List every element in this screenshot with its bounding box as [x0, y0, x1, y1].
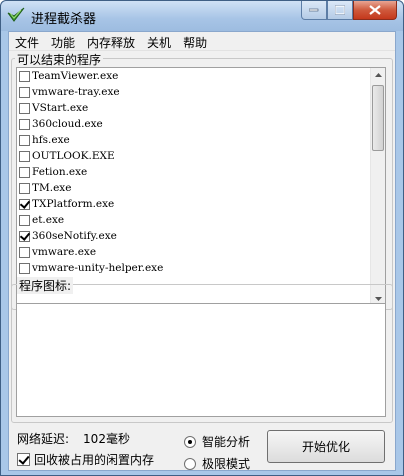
- process-checkbox[interactable]: [19, 262, 30, 274]
- process-checkbox[interactable]: [19, 198, 30, 210]
- app-window: 进程截杀器 文件 功能 内存释放 关机 帮助 可以结束的程序 TeamViewe…: [0, 0, 404, 476]
- process-row[interactable]: hfs.exe: [17, 132, 385, 148]
- window-title: 进程截杀器: [31, 12, 97, 27]
- shield-check-icon: [7, 7, 25, 23]
- process-checkbox[interactable]: [19, 150, 30, 162]
- close-icon: [369, 5, 381, 15]
- process-row[interactable]: TM.exe: [17, 180, 385, 196]
- scroll-thumb[interactable]: [372, 85, 384, 151]
- process-name: hfs.exe: [32, 134, 70, 146]
- mode-extreme-option[interactable]: 极限模式: [184, 455, 250, 472]
- recycle-memory-option[interactable]: 回收被占用的闲置内存: [17, 451, 154, 468]
- process-checkbox[interactable]: [19, 230, 30, 242]
- latency-value: 102毫秒: [83, 432, 130, 446]
- process-name: VStart.exe: [32, 102, 89, 114]
- process-checkbox[interactable]: [19, 246, 30, 258]
- process-list-scrollbar[interactable]: [370, 68, 385, 306]
- program-icons-area: [16, 303, 386, 417]
- process-checkbox[interactable]: [19, 182, 30, 194]
- process-row[interactable]: 360seNotify.exe: [17, 228, 385, 244]
- process-list[interactable]: TeamViewer.exe vmware-tray.exe VStart.exe 3…: [16, 67, 386, 307]
- process-rows: TeamViewer.exe vmware-tray.exe VStart.exe 3…: [17, 68, 385, 276]
- close-button[interactable]: [353, 1, 397, 20]
- process-name: 360cloud.exe: [32, 118, 103, 130]
- process-name: vmware-tray.exe: [32, 86, 120, 98]
- menu-help[interactable]: 帮助: [177, 32, 213, 50]
- process-checkbox[interactable]: [19, 214, 30, 226]
- recycle-memory-label: 回收被占用的闲置内存: [34, 453, 155, 467]
- mode-extreme-label: 极限模式: [202, 457, 251, 471]
- process-name: Fetion.exe: [32, 166, 88, 178]
- menu-function[interactable]: 功能: [45, 32, 81, 50]
- scroll-up-arrow-icon[interactable]: [371, 68, 385, 83]
- caption-buttons: [301, 1, 397, 21]
- process-name: 360seNotify.exe: [32, 230, 117, 242]
- mode-extreme-radio[interactable]: [184, 457, 196, 470]
- title-bar[interactable]: 进程截杀器: [1, 1, 403, 31]
- menu-file[interactable]: 文件: [9, 32, 45, 50]
- process-checkbox[interactable]: [19, 134, 30, 146]
- process-checkbox[interactable]: [19, 102, 30, 114]
- icons-group-caption: 程序图标:: [17, 277, 74, 294]
- minimize-button[interactable]: [301, 1, 327, 20]
- process-row[interactable]: TeamViewer.exe: [17, 68, 385, 84]
- process-checkbox[interactable]: [19, 118, 30, 130]
- process-row[interactable]: vmware.exe: [17, 244, 385, 260]
- mode-smart-label: 智能分析: [202, 435, 251, 449]
- process-row[interactable]: 360cloud.exe: [17, 116, 385, 132]
- process-group-caption: 可以结束的程序: [15, 51, 104, 68]
- mode-smart-option[interactable]: 智能分析: [184, 433, 250, 450]
- process-checkbox[interactable]: [19, 166, 30, 178]
- menu-memory-release[interactable]: 内存释放: [81, 32, 141, 50]
- process-row[interactable]: Fetion.exe: [17, 164, 385, 180]
- process-name: et.exe: [32, 214, 65, 226]
- process-name: vmware.exe: [32, 246, 97, 258]
- recycle-memory-checkbox[interactable]: [17, 453, 30, 466]
- client-area: 文件 功能 内存释放 关机 帮助 可以结束的程序 TeamViewer.exe v…: [8, 31, 396, 471]
- process-name: vmware-unity-helper.exe: [32, 262, 164, 274]
- process-row[interactable]: et.exe: [17, 212, 385, 228]
- minimize-icon: [309, 8, 319, 12]
- process-row[interactable]: vmware-tray.exe: [17, 84, 385, 100]
- menu-bar: 文件 功能 内存释放 关机 帮助: [9, 32, 395, 51]
- process-row[interactable]: TXPlatform.exe: [17, 196, 385, 212]
- mode-smart-radio[interactable]: [184, 435, 196, 448]
- maximize-button[interactable]: [327, 1, 353, 20]
- menu-shutdown[interactable]: 关机: [141, 32, 177, 50]
- process-name: TeamViewer.exe: [32, 70, 119, 82]
- process-row[interactable]: VStart.exe: [17, 100, 385, 116]
- process-name: TXPlatform.exe: [32, 198, 115, 210]
- latency-label: 网络延迟:: [17, 432, 70, 446]
- start-optimize-button[interactable]: 开始优化: [267, 430, 385, 463]
- process-row[interactable]: OUTLOOK.EXE: [17, 148, 385, 164]
- process-checkbox[interactable]: [19, 86, 30, 98]
- process-row[interactable]: vmware-unity-helper.exe: [17, 260, 385, 276]
- maximize-icon: [335, 5, 345, 15]
- network-latency: 网络延迟: 102毫秒: [17, 430, 130, 447]
- process-name: TM.exe: [32, 182, 72, 194]
- process-name: OUTLOOK.EXE: [32, 150, 115, 162]
- process-checkbox[interactable]: [19, 70, 30, 82]
